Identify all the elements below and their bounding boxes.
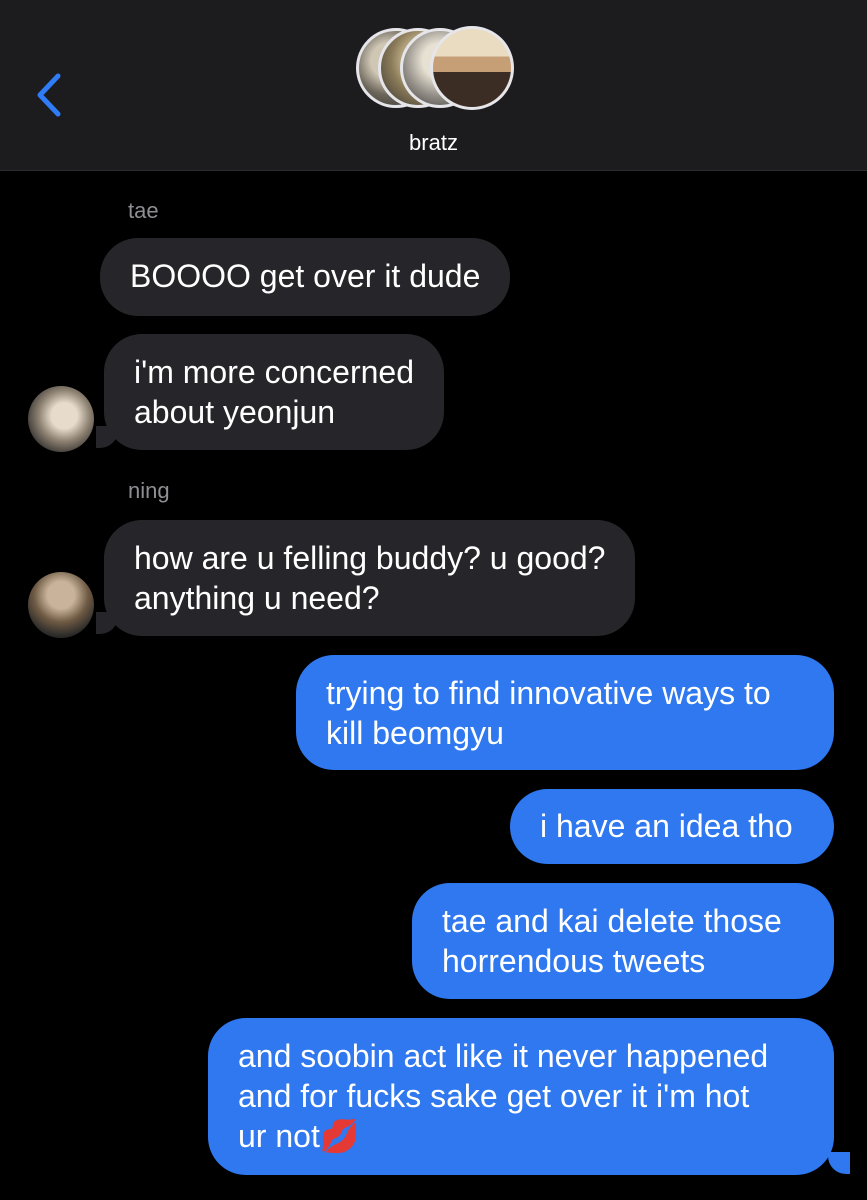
message-line: i have an idea tho [540,808,793,844]
back-button[interactable] [30,70,70,120]
message-line: kill beomgyu [326,715,504,751]
message-line: horrendous tweets [442,943,706,979]
message-line: and soobin act like it never happened [238,1038,769,1074]
message-line: anything u need? [134,580,380,616]
message-line: about yeonjun [134,394,336,430]
avatar [430,26,514,110]
group-avatar-stack[interactable] [356,26,516,114]
chevron-left-icon [37,73,61,117]
sender-name: tae [128,198,159,223]
message-bubble[interactable]: i have an idea tho [510,789,834,864]
bubble-tail [96,612,118,634]
message-bubble[interactable]: tae and kai delete those horrendous twee… [412,883,834,999]
bubble-tail [96,426,118,448]
sender-name: ning [128,478,170,503]
message-line: how are u felling buddy? u good? [134,540,606,576]
avatar[interactable] [28,386,94,452]
bubble-tail [828,1152,850,1174]
message-line: trying to find innovative ways to [326,675,771,711]
message-line: ur not💋 [238,1118,360,1154]
message-bubble[interactable]: i'm more concerned about yeonjun [104,334,444,450]
message-bubble[interactable]: and soobin act like it never happened an… [208,1018,834,1175]
message-bubble[interactable]: trying to find innovative ways to kill b… [296,655,834,770]
avatar[interactable] [28,572,94,638]
message-line: i'm more concerned [134,354,414,390]
group-name[interactable]: bratz [0,130,867,156]
message-line: BOOOO get over it dude [130,258,481,294]
conversation-header: bratz [0,0,867,171]
message-line: and for fucks sake get over it i'm hot [238,1078,750,1114]
message-line: tae and kai delete those [442,903,782,939]
message-bubble[interactable]: how are u felling buddy? u good? anythin… [104,520,636,636]
message-bubble[interactable]: BOOOO get over it dude [100,238,511,316]
